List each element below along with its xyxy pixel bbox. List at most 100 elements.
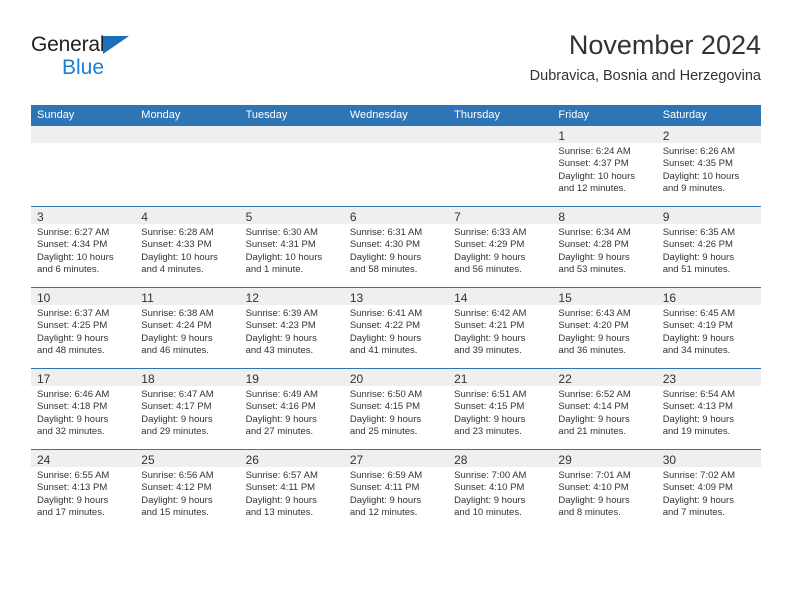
calendar-day-cell[interactable]: 26 Sunrise: 6:57 AM Sunset: 4:11 PM Dayligh… — [239, 449, 344, 530]
sunset-text: Sunset: 4:34 PM — [37, 239, 108, 251]
daylight-text: Daylight: 10 hours — [245, 251, 323, 263]
day-cell-details: Sunrise: 6:28 AM Sunset: 4:33 PM Daylight:… — [135, 224, 239, 277]
daylight-text-cont: and 6 minutes. — [37, 264, 100, 276]
calendar-day-cell[interactable]: 15 Sunrise: 6:43 AM Sunset: 4:20 PM Dayligh… — [552, 287, 657, 369]
calendar-day-cell[interactable]: 22 Sunrise: 6:52 AM Sunset: 4:14 PM Dayligh… — [552, 368, 657, 450]
day-cell-details: Sunrise: 6:57 AM Sunset: 4:11 PM Daylight:… — [240, 467, 344, 520]
sunrise-text: Sunrise: 6:50 AM — [349, 389, 423, 400]
calendar-day-cell[interactable]: 25 Sunrise: 6:56 AM Sunset: 4:12 PM Dayligh… — [135, 449, 240, 530]
daylight-text-cont: and 32 minutes. — [37, 426, 105, 438]
calendar-day-cell[interactable]: 4 Sunrise: 6:28 AM Sunset: 4:33 PM Daylight… — [135, 206, 240, 288]
sunset-text: Sunset: 4:31 PM — [245, 239, 316, 251]
sunrise-text: Sunrise: 6:39 AM — [245, 308, 318, 319]
sunrise-text: Sunrise: 6:52 AM — [558, 389, 631, 400]
day-number-band — [239, 126, 344, 143]
sunset-text: Sunset: 4:25 PM — [37, 320, 108, 332]
calendar-day-cell[interactable]: 19 Sunrise: 6:49 AM Sunset: 4:16 PM Dayligh… — [239, 368, 344, 450]
brand-logo[interactable]: General Blue — [31, 32, 231, 82]
sunset-text: Sunset: 4:10 PM — [454, 482, 525, 494]
day-number-band: 19 — [239, 369, 344, 386]
daylight-text: Daylight: 9 hours — [349, 494, 422, 506]
calendar-day-cell[interactable]: 1 Sunrise: 6:24 AM Sunset: 4:37 PM Daylight… — [552, 126, 657, 207]
daylight-text-cont: and 13 minutes. — [245, 507, 314, 519]
day-number: 6 — [349, 210, 357, 224]
day-number: 19 — [245, 372, 259, 386]
calendar-day-cell[interactable]: 7 Sunrise: 6:33 AM Sunset: 4:29 PM Daylight… — [448, 206, 553, 288]
sunset-text: Sunset: 4:09 PM — [662, 482, 733, 494]
day-cell-details — [31, 143, 135, 146]
calendar-day-cell[interactable]: 6 Sunrise: 6:31 AM Sunset: 4:30 PM Daylight… — [343, 206, 449, 288]
calendar-day-cell[interactable]: 11 Sunrise: 6:38 AM Sunset: 4:24 PM Dayligh… — [135, 287, 240, 369]
weekday-header-friday: Friday — [552, 105, 657, 126]
daylight-text-cont: and 21 minutes. — [558, 426, 627, 438]
day-cell-details — [135, 143, 239, 146]
day-number: 12 — [245, 291, 259, 305]
day-cell-details: Sunrise: 6:24 AM Sunset: 4:37 PM Daylight:… — [552, 143, 656, 196]
sunset-text: Sunset: 4:17 PM — [141, 401, 212, 413]
sunset-text: Sunset: 4:33 PM — [141, 239, 212, 251]
calendar-day-cell[interactable]: 17 Sunrise: 6:46 AM Sunset: 4:18 PM Dayligh… — [31, 368, 136, 450]
daylight-text-cont: and 41 minutes. — [349, 345, 418, 357]
calendar-day-cell[interactable]: 8 Sunrise: 6:34 AM Sunset: 4:28 PM Daylight… — [552, 206, 657, 288]
sunrise-text: Sunrise: 6:30 AM — [245, 227, 318, 238]
day-number: 4 — [141, 210, 148, 224]
sunrise-text: Sunrise: 6:24 AM — [558, 146, 631, 157]
day-cell-details: Sunrise: 6:35 AM Sunset: 4:26 PM Daylight:… — [657, 224, 761, 277]
title-block: November 2024 Dubravica, Bosnia and Herz… — [530, 28, 761, 87]
calendar-day-cell[interactable]: 3 Sunrise: 6:27 AM Sunset: 4:34 PM Daylight… — [31, 206, 136, 288]
day-cell-details: Sunrise: 7:00 AM Sunset: 4:10 PM Daylight:… — [448, 467, 552, 520]
brand-name-general: General — [31, 33, 105, 56]
calendar-page: General Blue November 2024 Dubravica, Bo… — [0, 0, 792, 612]
calendar-day-cell[interactable]: 21 Sunrise: 6:51 AM Sunset: 4:15 PM Dayligh… — [448, 368, 553, 450]
calendar-day-cell-empty — [343, 126, 449, 207]
calendar-day-cell[interactable]: 9 Sunrise: 6:35 AM Sunset: 4:26 PM Daylight… — [656, 206, 761, 288]
daylight-text-cont: and 9 minutes. — [662, 183, 726, 195]
calendar-day-cell[interactable]: 13 Sunrise: 6:41 AM Sunset: 4:22 PM Dayligh… — [343, 287, 449, 369]
day-cell-details: Sunrise: 6:59 AM Sunset: 4:11 PM Daylight:… — [344, 467, 448, 520]
calendar-day-cell[interactable]: 29 Sunrise: 7:01 AM Sunset: 4:10 PM Dayligh… — [552, 449, 657, 530]
day-cell-details — [448, 143, 552, 146]
day-number: 14 — [454, 291, 468, 305]
sunset-text: Sunset: 4:28 PM — [558, 239, 629, 251]
sunrise-text: Sunrise: 6:47 AM — [141, 389, 214, 400]
daylight-text: Daylight: 9 hours — [454, 251, 526, 263]
day-number-band: 22 — [552, 369, 657, 386]
calendar-day-cell-empty — [448, 126, 553, 207]
day-number: 5 — [245, 210, 253, 224]
daylight-text: Daylight: 9 hours — [37, 413, 109, 425]
daylight-text: Daylight: 9 hours — [558, 332, 630, 344]
daylight-text-cont: and 10 minutes. — [454, 507, 522, 519]
daylight-text: Daylight: 9 hours — [558, 494, 630, 506]
day-number-band: 13 — [343, 288, 449, 305]
calendar-day-cell[interactable]: 2 Sunrise: 6:26 AM Sunset: 4:35 PM Daylight… — [656, 126, 761, 207]
daylight-text: Daylight: 9 hours — [662, 332, 734, 344]
weekday-header-saturday: Saturday — [656, 105, 761, 126]
calendar-day-cell[interactable]: 14 Sunrise: 6:42 AM Sunset: 4:21 PM Dayligh… — [448, 287, 553, 369]
sunrise-text: Sunrise: 6:57 AM — [245, 470, 318, 481]
calendar-day-cell[interactable]: 30 Sunrise: 7:02 AM Sunset: 4:09 PM Dayligh… — [656, 449, 761, 530]
calendar-body: 1 Sunrise: 6:24 AM Sunset: 4:37 PM Daylight… — [31, 126, 761, 530]
sunrise-text: Sunrise: 6:56 AM — [141, 470, 214, 481]
daylight-text-cont: and 8 minutes. — [558, 507, 621, 519]
sunset-text: Sunset: 4:11 PM — [245, 482, 316, 494]
daylight-text-cont: and 27 minutes. — [245, 426, 314, 438]
day-number-band: 4 — [135, 207, 240, 224]
sunset-text: Sunset: 4:22 PM — [349, 320, 421, 332]
daylight-text: Daylight: 10 hours — [141, 251, 218, 263]
calendar-day-cell[interactable]: 16 Sunrise: 6:45 AM Sunset: 4:19 PM Dayligh… — [656, 287, 761, 369]
calendar-day-cell[interactable]: 10 Sunrise: 6:37 AM Sunset: 4:25 PM Dayligh… — [31, 287, 136, 369]
day-number-band: 16 — [656, 288, 761, 305]
calendar-day-cell[interactable]: 23 Sunrise: 6:54 AM Sunset: 4:13 PM Dayligh… — [656, 368, 761, 450]
calendar-day-cell[interactable]: 24 Sunrise: 6:55 AM Sunset: 4:13 PM Dayligh… — [31, 449, 136, 530]
calendar-day-cell[interactable]: 20 Sunrise: 6:50 AM Sunset: 4:15 PM Dayligh… — [343, 368, 449, 450]
calendar-day-cell[interactable]: 27 Sunrise: 6:59 AM Sunset: 4:11 PM Dayligh… — [343, 449, 449, 530]
weekday-header-wednesday: Wednesday — [343, 105, 449, 126]
calendar-day-cell[interactable]: 12 Sunrise: 6:39 AM Sunset: 4:23 PM Dayligh… — [239, 287, 344, 369]
sunset-text: Sunset: 4:13 PM — [662, 401, 733, 413]
sunrise-text: Sunrise: 6:59 AM — [349, 470, 423, 481]
day-cell-details: Sunrise: 6:50 AM Sunset: 4:15 PM Daylight:… — [344, 386, 448, 439]
calendar-day-cell[interactable]: 28 Sunrise: 7:00 AM Sunset: 4:10 PM Dayligh… — [448, 449, 553, 530]
day-number-band: 20 — [343, 369, 449, 386]
calendar-day-cell[interactable]: 18 Sunrise: 6:47 AM Sunset: 4:17 PM Dayligh… — [135, 368, 240, 450]
calendar-day-cell[interactable]: 5 Sunrise: 6:30 AM Sunset: 4:31 PM Daylight… — [239, 206, 344, 288]
